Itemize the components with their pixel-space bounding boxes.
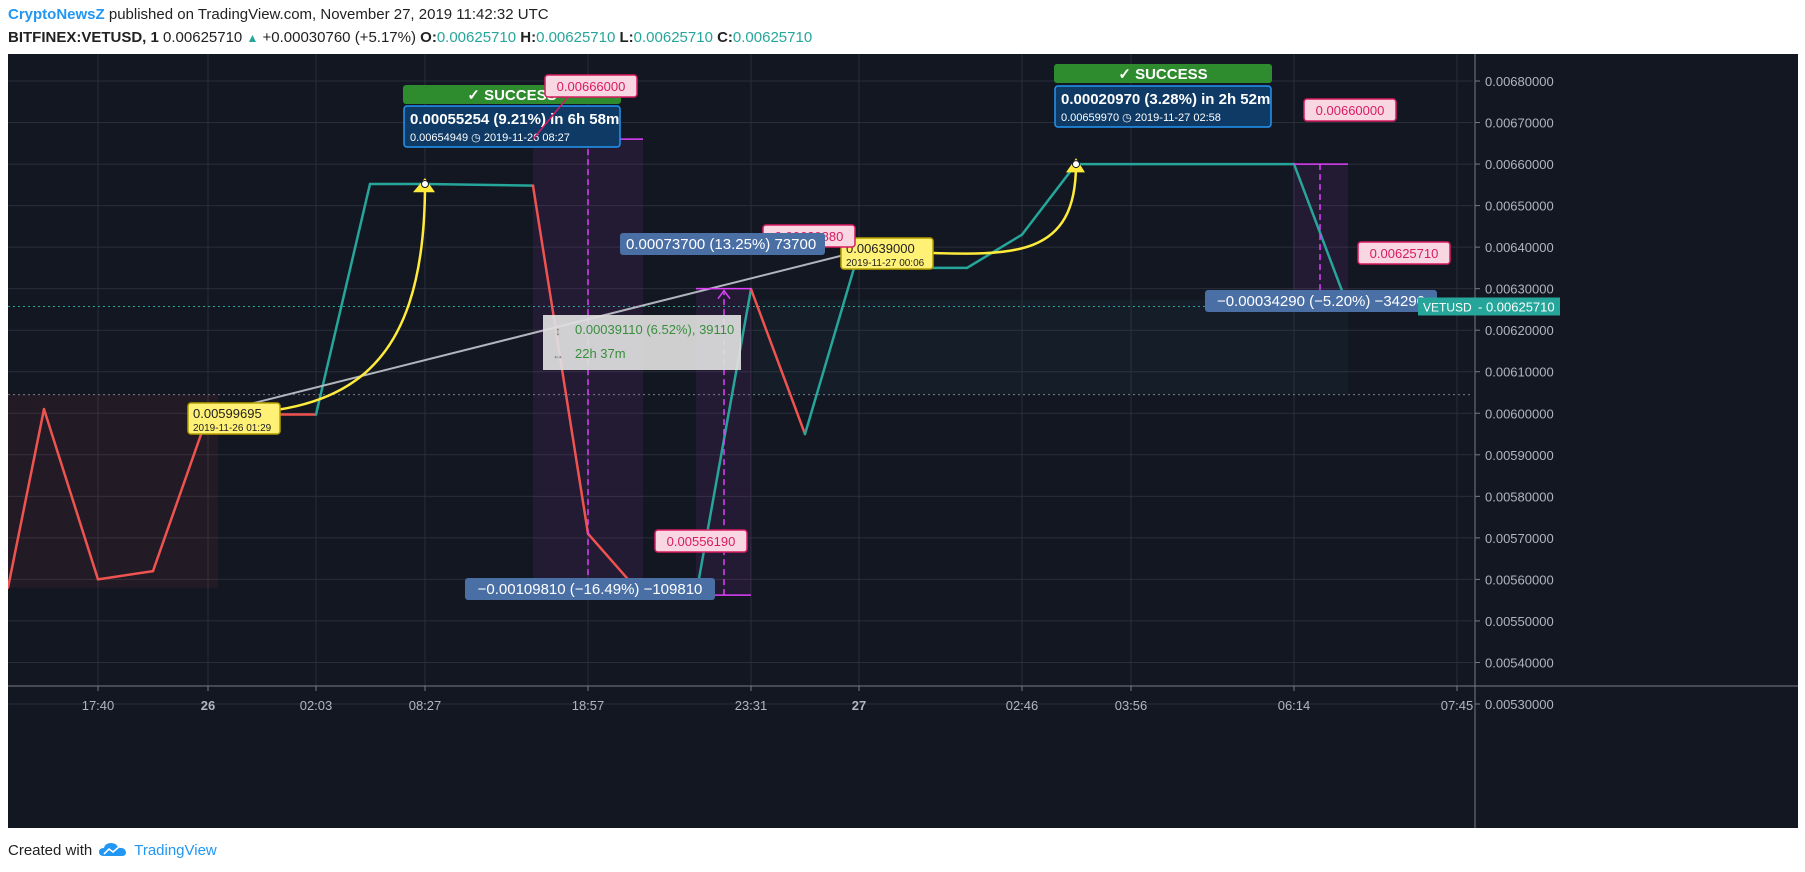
tradingview-brand[interactable]: TradingView: [134, 842, 217, 859]
anchor-point: [1072, 160, 1080, 169]
price-tag[interactable]: 0.00625710: [1357, 241, 1451, 265]
range-final-label[interactable]: −0.00034290 (−5.20%) −34290: [1205, 290, 1437, 312]
close-value: 0.00625710: [732, 29, 813, 46]
y-tick-label: 0.00530000: [1485, 697, 1554, 712]
last-price-value: - 0.00625710: [1478, 299, 1555, 314]
published-text: published on TradingView.com, November 2…: [104, 6, 549, 23]
anchor-point: [421, 180, 429, 189]
price-tag[interactable]: 0.00556190: [654, 529, 748, 553]
x-tick-label: 03:56: [1115, 698, 1148, 713]
success-badge-text: ✓ SUCCESS: [1118, 66, 1207, 83]
y-tick-label: 0.00640000: [1485, 240, 1554, 255]
y-tick-label: 0.00580000: [1485, 489, 1554, 504]
x-tick-label: 18:57: [572, 698, 605, 713]
triangle-up-icon: ▲: [246, 31, 259, 45]
success-stats-text: 0.00659970 ◷ 2019-11-27 02:58: [1061, 112, 1221, 124]
success-badge-text: ✓ SUCCESS: [467, 87, 556, 104]
publisher-name[interactable]: CryptoNewsZ: [8, 6, 105, 23]
symbol-name: BITFINEX:VETUSD, 1: [8, 29, 159, 46]
success-stats-text: 0.00055254 (9.21%) in 6h 58m: [410, 111, 619, 128]
y-tick-label: 0.00560000: [1485, 572, 1554, 587]
range-final-label-text: −0.00034290 (−5.20%) −34290: [1217, 293, 1425, 310]
x-tick-label: 23:31: [735, 698, 768, 713]
y-tick-label: 0.00610000: [1485, 365, 1554, 380]
close-label: C:: [717, 29, 733, 46]
open-label: O:: [420, 29, 437, 46]
series-segment: [423, 182, 535, 187]
chart-publisher-line: CryptoNewsZ published on TradingView.com…: [8, 6, 549, 23]
y-tick-label: 0.00630000: [1485, 282, 1554, 297]
range-drop-label-text: −0.00109810 (−16.49%) −109810: [478, 581, 703, 598]
shade-right: [753, 299, 1348, 395]
y-tick-label: 0.00600000: [1485, 406, 1554, 421]
high-label: H:: [520, 29, 537, 46]
x-tick-label: 27: [852, 698, 866, 713]
price-change: +0.00030760 (+5.17%): [262, 29, 416, 46]
high-value: 0.00625710: [536, 29, 616, 46]
last-price-symbol: VETUSD: [1423, 300, 1472, 314]
symbol-ohlc-line: BITFINEX:VETUSD, 1 0.00625710 ▲ +0.00030…: [8, 29, 812, 46]
price-tag-text: 0.00625710: [1370, 246, 1439, 261]
success-stats[interactable]: 0.00055254 (9.21%) in 6h 58m 0.00654949 ◷…: [403, 105, 621, 148]
x-tick-label: 07:45: [1441, 698, 1474, 713]
measure-box[interactable]: ↕ ↔ 0.00039110 (6.52%), 39110 22h 37m: [543, 315, 741, 370]
y-tick-label: 0.00660000: [1485, 157, 1554, 172]
entry-tag-text: 0.00599695: [193, 406, 262, 421]
low-label: L:: [619, 29, 634, 46]
y-tick-label: 0.00670000: [1485, 116, 1554, 131]
footer: Created with TradingView: [8, 841, 217, 859]
created-with-text: Created with: [8, 841, 93, 859]
success-stats[interactable]: 0.00020970 (3.28%) in 2h 52m 0.00659970 ◷…: [1054, 85, 1272, 128]
entry-tag-text: 2019-11-26 01:29: [193, 423, 272, 434]
price-tag[interactable]: 0.00660000: [1303, 98, 1397, 122]
success-stats-text: 0.00654949 ◷ 2019-11-26 08:27: [410, 132, 570, 144]
entry-tag-text: 0.00639000: [846, 241, 915, 256]
open-value: 0.00625710: [436, 29, 517, 46]
y-tick-label: 0.00540000: [1485, 655, 1554, 670]
x-tick-label: 08:27: [409, 698, 442, 713]
low-value: 0.00625710: [633, 29, 713, 46]
range-rise-label[interactable]: 0.00073700 (13.25%) 73700: [620, 233, 825, 255]
price-tag-text: 0.00556190: [667, 534, 736, 549]
range-rise-label-text: 0.00073700 (13.25%) 73700: [626, 236, 816, 253]
x-tick-label: 17:40: [82, 698, 115, 713]
entry-tag-text: 2019-11-27 00:06: [846, 258, 925, 269]
y-tick-label: 0.00550000: [1485, 614, 1554, 629]
price-chart[interactable]: ✓ SUCCESS0.00055254 (9.21%) in 6h 58m0.0…: [8, 54, 1798, 828]
range-drop-label[interactable]: −0.00109810 (−16.49%) −109810: [465, 578, 715, 600]
success-stats-text: 0.00020970 (3.28%) in 2h 52m: [1061, 91, 1270, 108]
y-tick-label: 0.00590000: [1485, 448, 1554, 463]
y-tick-label: 0.00570000: [1485, 531, 1554, 546]
price-tag-text: 0.00666000: [557, 79, 626, 94]
last-price: 0.00625710: [163, 29, 243, 46]
measure-value: 0.00039110 (6.52%), 39110: [575, 322, 734, 337]
price-tag-text: 0.00660000: [1316, 103, 1385, 118]
tradingview-cloud-icon: [99, 843, 127, 856]
vertical-measure-icon: ↕: [555, 324, 561, 338]
shade-left: [8, 394, 218, 588]
y-tick-label: 0.00680000: [1485, 74, 1554, 89]
success-badge[interactable]: ✓ SUCCESS: [1054, 64, 1272, 83]
horizontal-measure-icon: ↔: [552, 348, 564, 362]
entry-tag[interactable]: 0.00599695 2019-11-26 01:29: [187, 402, 281, 435]
price-tag[interactable]: 0.00666000: [544, 74, 638, 98]
x-tick-label: 26: [201, 698, 215, 713]
measure-time: 22h 37m: [575, 346, 626, 361]
y-tick-label: 0.00620000: [1485, 323, 1554, 338]
x-tick-label: 02:46: [1006, 698, 1039, 713]
x-tick-label: 02:03: [300, 698, 333, 713]
y-tick-label: 0.00650000: [1485, 199, 1554, 214]
x-tick-label: 06:14: [1278, 698, 1311, 713]
